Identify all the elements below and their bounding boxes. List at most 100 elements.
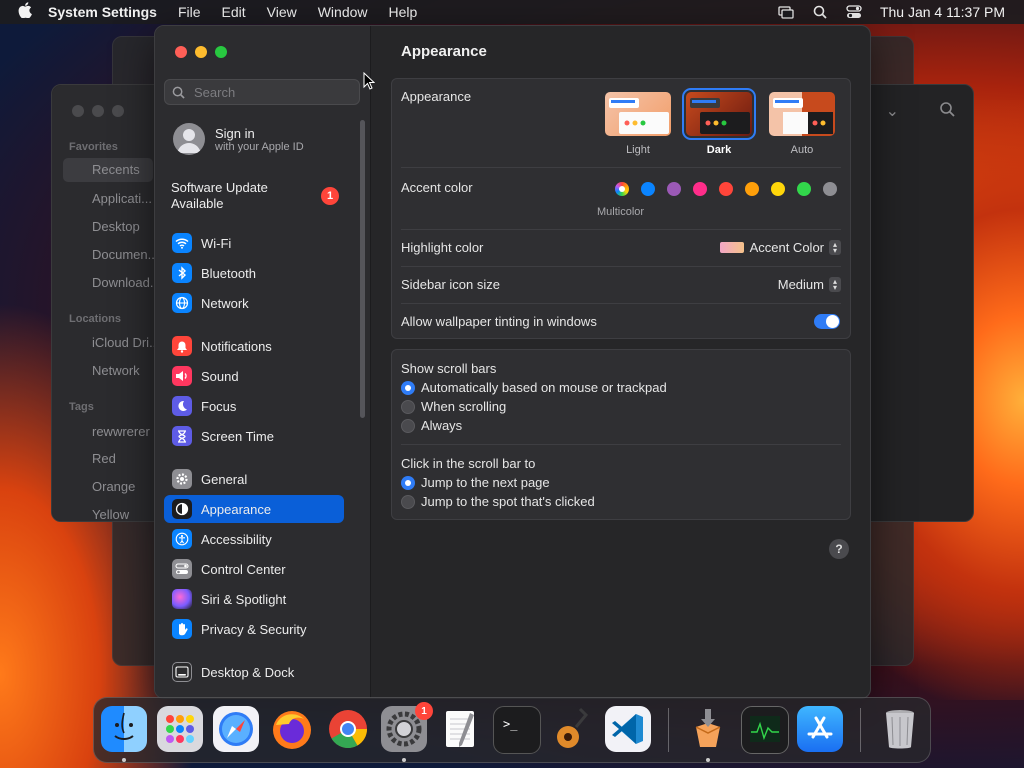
safari-dock-icon[interactable] <box>213 706 259 752</box>
sidebar-item-screen-time[interactable]: Screen Time <box>164 422 344 450</box>
finder-tags-header: Tags <box>69 401 94 413</box>
zoom-window-button[interactable] <box>215 46 227 58</box>
minimize-window-button[interactable] <box>195 46 207 58</box>
bell-icon <box>172 336 192 356</box>
sidebar-item-bluetooth[interactable]: Bluetooth <box>164 259 344 287</box>
spotlight-search-icon[interactable] <box>812 5 828 19</box>
control-center-icon[interactable] <box>846 5 862 19</box>
sidebar-item-general[interactable]: General <box>164 465 344 493</box>
finder-dock-icon[interactable] <box>101 706 147 752</box>
terminal-dock-icon[interactable]: >_ <box>493 706 541 754</box>
finder-item-downloads[interactable]: Download... <box>92 275 161 290</box>
appearance-dark-label: Dark <box>706 144 732 156</box>
sidebar-item-control-center[interactable]: Control Center <box>164 555 344 583</box>
sidebar-item-wifi[interactable]: Wi-Fi <box>164 229 344 257</box>
finder-tag-item[interactable]: Yellow <box>92 507 129 522</box>
highlight-color-popup[interactable]: Accent Color ▴ ▾ <box>719 240 841 255</box>
vscode-dock-icon[interactable] <box>605 706 651 752</box>
radio-label: Jump to the next page <box>421 475 550 490</box>
sidebar-item-focus[interactable]: Focus <box>164 392 344 420</box>
accent-yellow-swatch[interactable] <box>771 182 785 196</box>
radio-unselected[interactable] <box>401 399 415 414</box>
finder-item-documents[interactable]: Documen... <box>92 247 158 262</box>
accent-pink-swatch[interactable] <box>693 182 707 196</box>
scroll-option-when-scrolling[interactable]: When scrolling <box>401 399 506 414</box>
installer-dock-icon[interactable] <box>685 706 731 752</box>
sidebar-item-accessibility[interactable]: Accessibility <box>164 525 344 553</box>
radio-label: Always <box>421 418 463 433</box>
accent-green-swatch[interactable] <box>797 182 811 196</box>
app-store-dock-icon[interactable] <box>797 706 843 752</box>
divider <box>401 229 841 230</box>
finder-tag-item[interactable]: Orange <box>92 479 135 494</box>
sidebar-item-appearance[interactable]: Appearance <box>164 495 344 523</box>
search-input[interactable] <box>192 83 356 101</box>
accent-purple-swatch[interactable] <box>667 182 681 196</box>
help-button[interactable]: ? <box>829 539 849 559</box>
finder-item-recents[interactable]: Recents <box>63 158 153 182</box>
finder-tag-item[interactable]: rewwrerer <box>92 424 150 439</box>
garageband-dock-icon[interactable] <box>549 706 595 752</box>
menu-window[interactable]: Window <box>318 4 368 20</box>
radio-unselected[interactable] <box>401 418 415 433</box>
search-field[interactable] <box>164 79 360 105</box>
chevron-down-icon[interactable]: ⌄ <box>886 101 899 122</box>
close-window-button[interactable] <box>175 46 187 58</box>
trash-dock-icon[interactable] <box>877 706 923 752</box>
hand-icon <box>172 619 192 639</box>
menu-app-name[interactable]: System Settings <box>48 4 157 20</box>
menu-view[interactable]: View <box>267 4 297 20</box>
radio-unselected[interactable] <box>401 494 415 509</box>
scroll-option-always[interactable]: Always <box>401 418 462 433</box>
apple-menu-icon[interactable] <box>18 2 34 22</box>
finder-traffic-lights[interactable] <box>72 105 124 117</box>
menu-file[interactable]: File <box>178 4 201 20</box>
software-update-item[interactable]: Software Update Available <box>171 180 341 212</box>
launchpad-dock-icon[interactable] <box>157 706 203 752</box>
textedit-dock-icon[interactable] <box>437 706 483 752</box>
click-option-spot-clicked[interactable]: Jump to the spot that's clicked <box>401 494 595 509</box>
radio-selected[interactable] <box>401 380 415 395</box>
sidebar-item-sound[interactable]: Sound <box>164 362 344 390</box>
sidebar-item-notifications[interactable]: Notifications <box>164 332 344 360</box>
finder-item-icloud[interactable]: iCloud Dri... <box>92 335 160 350</box>
search-icon <box>172 85 186 99</box>
accent-graphite-swatch[interactable] <box>823 182 837 196</box>
sidebar-item-label: Accessibility <box>201 531 272 547</box>
finder-item-applications[interactable]: Applicati... <box>92 191 152 206</box>
update-badge: 1 <box>321 187 339 205</box>
finder-tag-item[interactable]: Red <box>92 451 116 466</box>
search-icon[interactable] <box>939 101 955 122</box>
chrome-dock-icon[interactable] <box>325 706 371 752</box>
activity-monitor-dock-icon[interactable] <box>741 706 789 754</box>
firefox-dock-icon[interactable] <box>269 706 315 752</box>
sidebar-item-label: Privacy & Security <box>201 621 307 637</box>
menu-clock[interactable]: Thu Jan 4 11:37 PM <box>880 4 1005 20</box>
switches-icon <box>172 559 192 579</box>
sidebar-icon-size-popup[interactable]: Medium ▴ ▾ <box>778 277 841 292</box>
sidebar-scrollbar[interactable] <box>360 120 365 418</box>
highlight-color-label: Highlight color <box>401 240 484 255</box>
finder-item-desktop[interactable]: Desktop <box>92 219 140 234</box>
sidebar-item-siri-spotlight[interactable]: Siri & Spotlight <box>164 585 344 613</box>
sidebar-item-privacy-security[interactable]: Privacy & Security <box>164 615 344 643</box>
finder-item-network[interactable]: Network <box>92 363 140 378</box>
system-settings-dock-icon[interactable]: 1 <box>381 702 433 752</box>
sidebar-item-desktop-dock[interactable]: Desktop & Dock <box>164 658 344 686</box>
accent-orange-swatch[interactable] <box>745 182 759 196</box>
appearance-option-dark[interactable] <box>682 88 756 140</box>
accent-blue-swatch[interactable] <box>641 182 655 196</box>
scroll-option-automatic[interactable]: Automatically based on mouse or trackpad <box>401 380 667 395</box>
accent-red-swatch[interactable] <box>719 182 733 196</box>
menu-edit[interactable]: Edit <box>222 4 246 20</box>
wallpaper-tinting-toggle[interactable] <box>814 314 840 329</box>
accent-multicolor-swatch[interactable] <box>615 182 629 196</box>
appearance-option-light[interactable] <box>605 92 671 136</box>
screen-mirroring-icon[interactable] <box>778 5 794 19</box>
apple-id-signin[interactable]: Sign in with your Apple ID <box>173 123 304 155</box>
sidebar-item-network[interactable]: Network <box>164 289 344 317</box>
radio-selected[interactable] <box>401 475 415 490</box>
appearance-option-auto[interactable] <box>769 92 835 136</box>
menu-help[interactable]: Help <box>389 4 418 20</box>
click-option-next-page[interactable]: Jump to the next page <box>401 475 550 490</box>
